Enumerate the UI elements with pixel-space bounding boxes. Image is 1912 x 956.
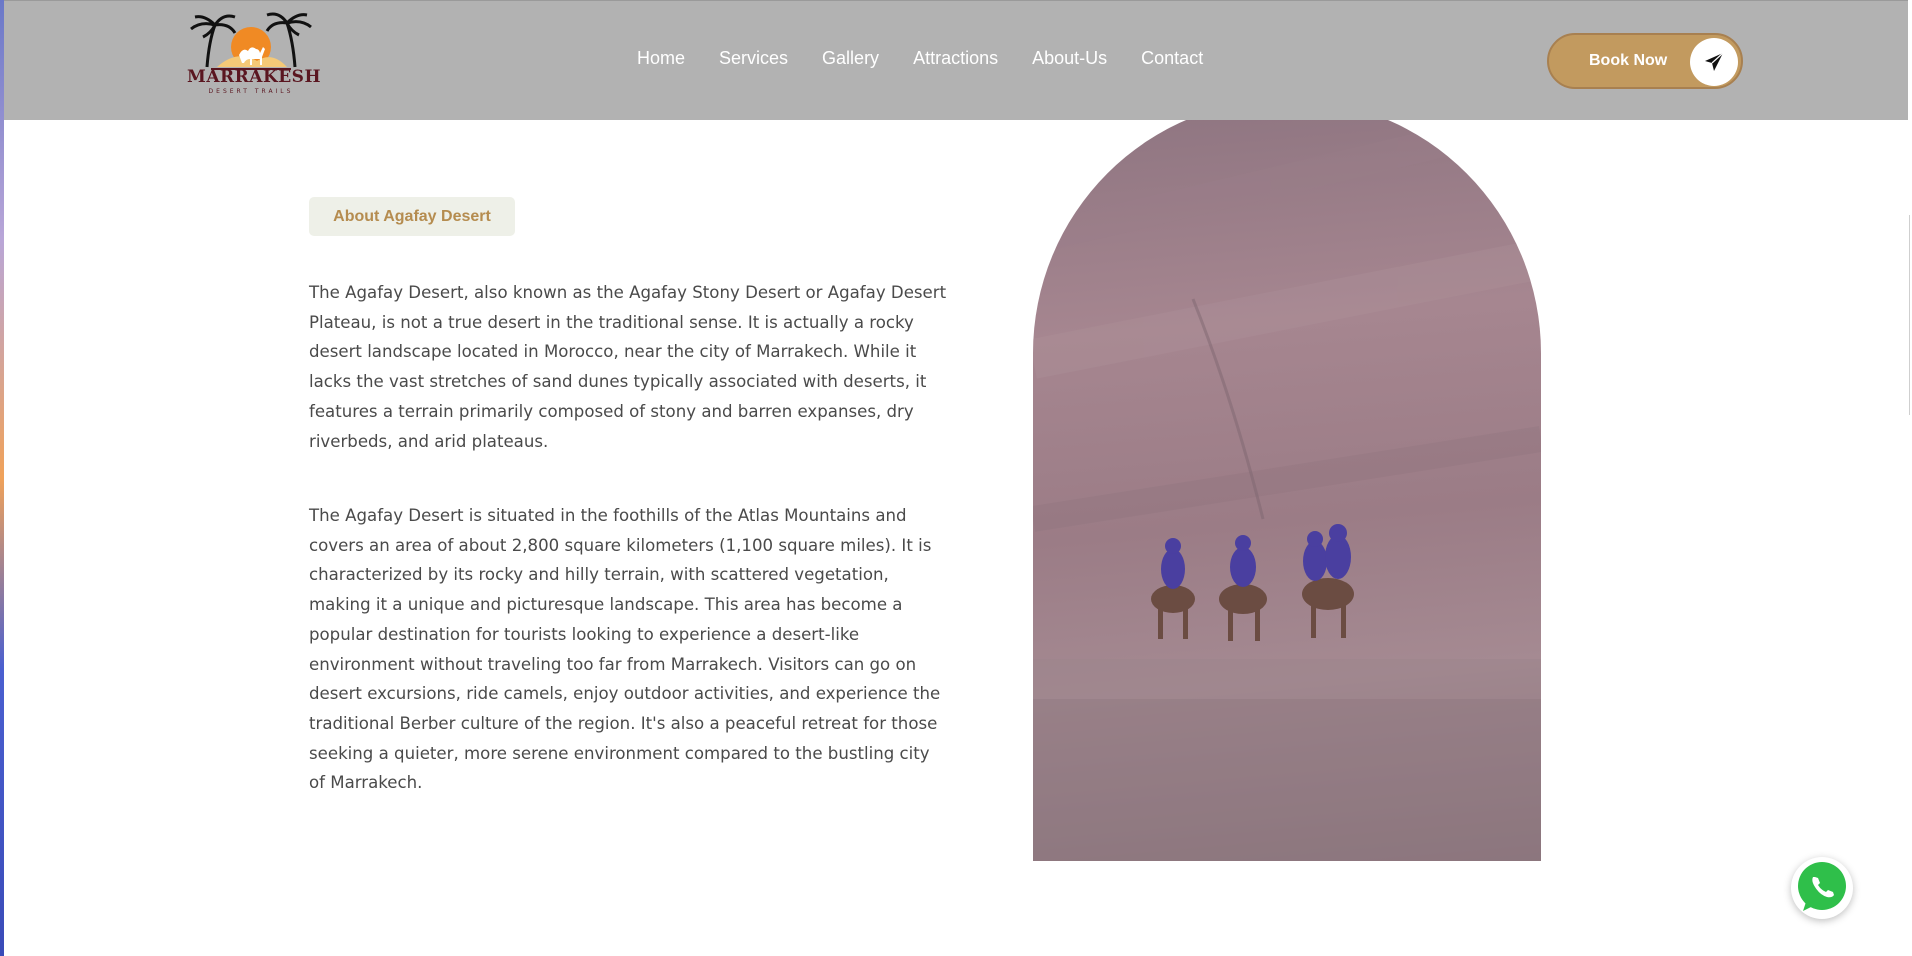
site-header: MARRAKESH DESERT TRAILS Home Services Ga… — [4, 0, 1908, 120]
nav-item-services[interactable]: Services — [719, 48, 788, 72]
camel-riders-illustration — [1033, 104, 1541, 861]
book-now-label: Book Now — [1589, 52, 1668, 69]
nav-item-contact[interactable]: Contact — [1141, 48, 1203, 72]
main-nav: Home Services Gallery Attractions About-… — [637, 48, 1237, 72]
nav-item-home[interactable]: Home — [637, 48, 685, 72]
paper-plane-icon — [1690, 38, 1738, 86]
book-now-button[interactable]: Book Now — [1547, 33, 1743, 89]
nav-item-about-us[interactable]: About-Us — [1032, 48, 1107, 72]
nav-item-gallery[interactable]: Gallery — [822, 48, 879, 72]
about-paragraph-2: The Agafay Desert is situated in the foo… — [309, 506, 941, 793]
nav-item-attractions[interactable]: Attractions — [913, 48, 998, 72]
brand-tagline: DESERT TRAILS — [208, 88, 294, 95]
desert-camel-photo — [1033, 99, 1541, 861]
section-badge: About Agafay Desert — [309, 197, 515, 236]
site-logo[interactable]: MARRAKESH DESERT TRAILS — [187, 11, 322, 97]
about-paragraph-1: The Agafay Desert, also known as the Aga… — [309, 283, 947, 451]
desktop-edge — [0, 0, 4, 956]
brand-name: MARRAKESH — [187, 67, 322, 87]
scrollbar-thumb[interactable] — [1909, 215, 1910, 415]
whatsapp-button[interactable] — [1791, 857, 1853, 919]
palm-camel-sun-logo-icon — [190, 12, 312, 70]
whatsapp-icon — [1798, 862, 1846, 911]
